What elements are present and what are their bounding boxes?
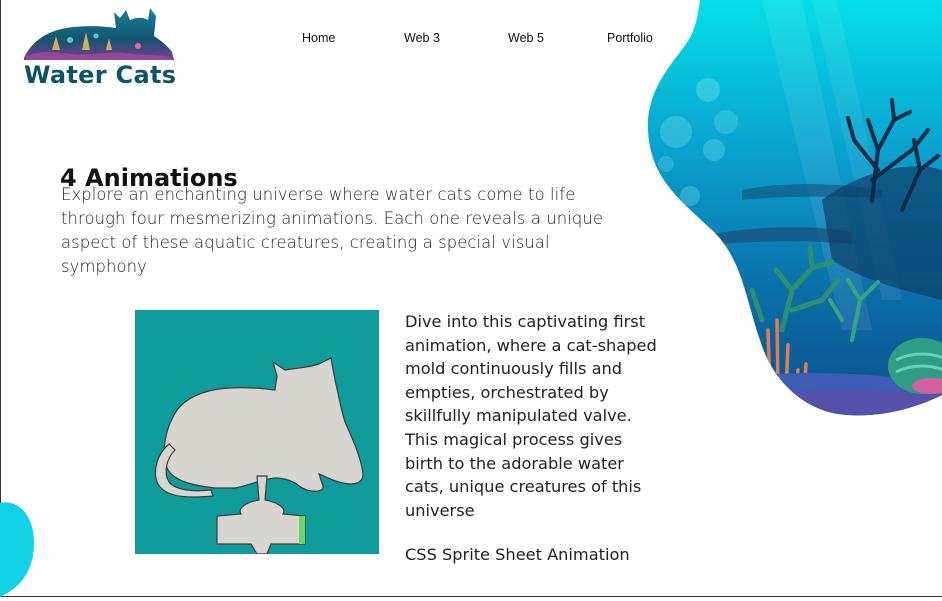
decorative-cyan-blob xyxy=(0,495,40,597)
nav-link-web-5[interactable]: Web 5 xyxy=(508,31,544,45)
nav-link-web-3[interactable]: Web 3 xyxy=(404,31,440,45)
brand-name: Water Cats xyxy=(24,61,177,89)
water-cats-logo[interactable]: Water Cats xyxy=(22,6,182,92)
intro-paragraph: Explore an enchanting universe where wat… xyxy=(61,185,604,276)
animation-caption: CSS Sprite Sheet Animation xyxy=(405,545,630,564)
main-nav: Home Web 3 Web 5 Portfolio xyxy=(0,31,700,47)
nav-link-home[interactable]: Home xyxy=(302,31,335,45)
animation-description: Dive into this captivating first animati… xyxy=(405,312,657,520)
cat-mold-shape xyxy=(154,357,364,555)
ocean-hero-illustration xyxy=(642,0,942,420)
cat-mold-animation xyxy=(135,310,379,555)
water-fill-indicator xyxy=(299,516,305,544)
